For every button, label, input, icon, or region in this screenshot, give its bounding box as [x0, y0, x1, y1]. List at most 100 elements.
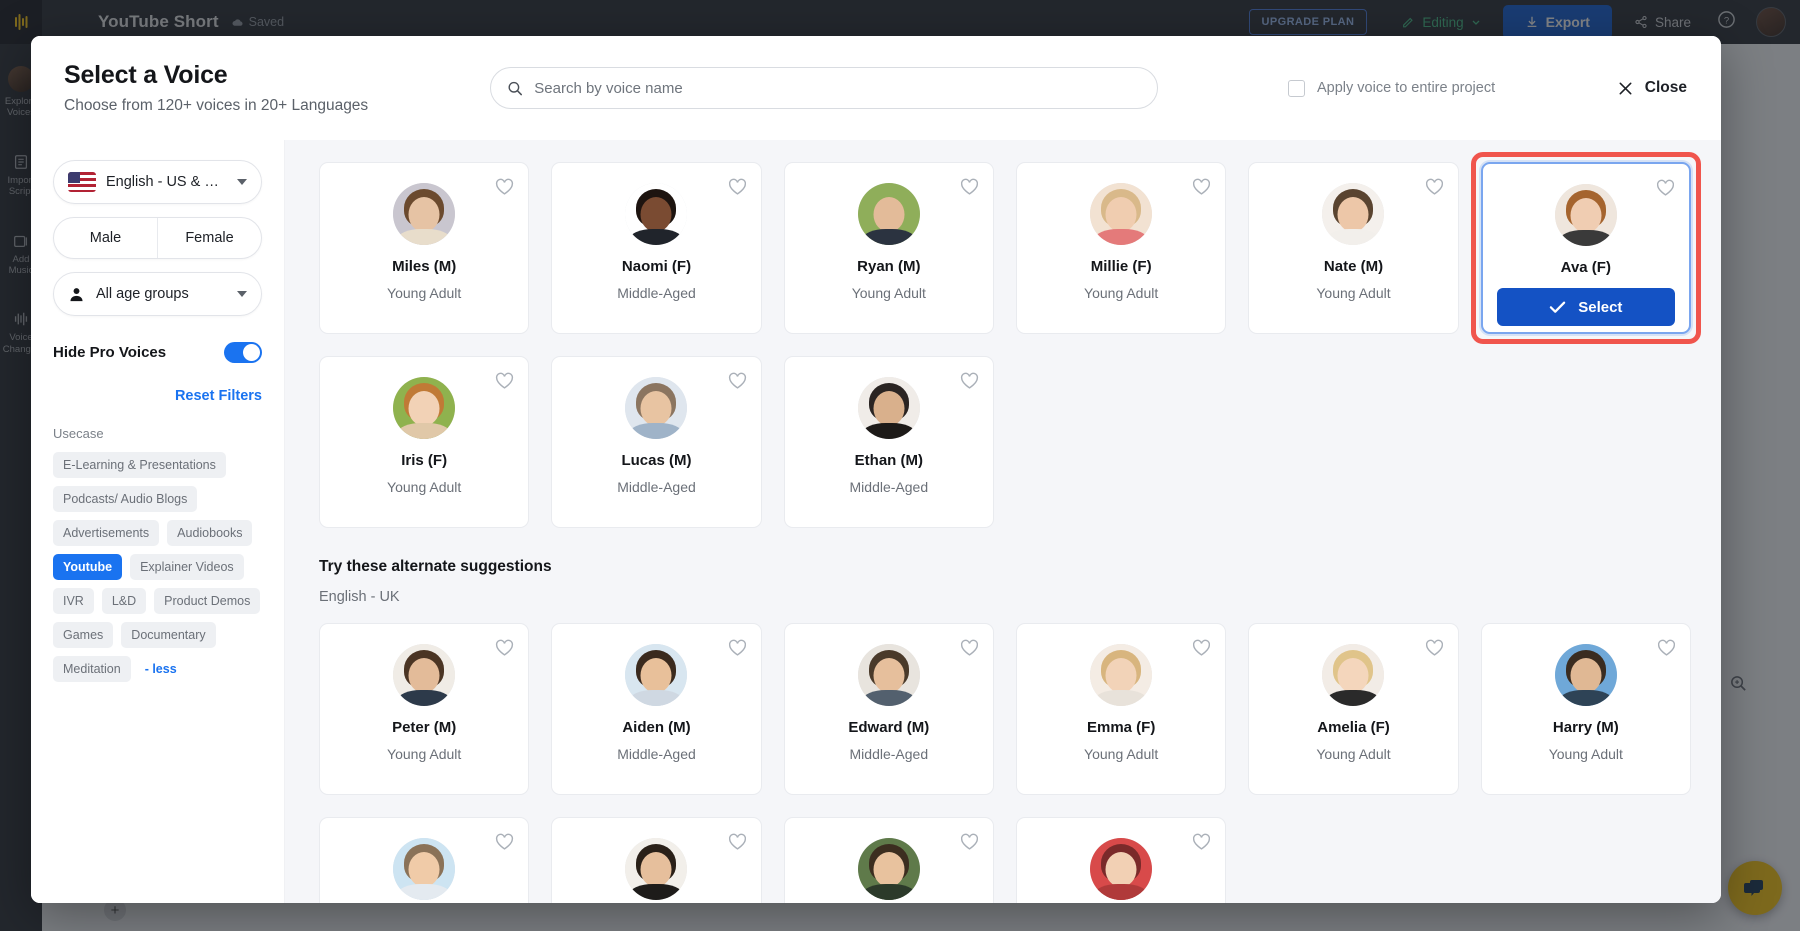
voice-name: Lucas (M) [621, 452, 692, 469]
voice-card[interactable]: Miles (M) Young Adult [319, 162, 530, 334]
usecase-tag[interactable]: Documentary [121, 622, 216, 648]
usecase-tag[interactable]: E-Learning & Presentations [53, 452, 226, 478]
voice-avatar [1322, 644, 1385, 706]
voice-age-group: Young Adult [1548, 746, 1623, 762]
heart-outline-icon[interactable] [960, 833, 979, 856]
voice-age-group: Young Adult [1316, 285, 1391, 301]
voice-name: Edward (M) [848, 719, 930, 736]
heart-outline-icon[interactable] [960, 372, 979, 395]
apply-to-project-label: Apply voice to entire project [1317, 80, 1496, 96]
voice-avatar [1090, 644, 1153, 706]
heart-outline-icon[interactable] [960, 178, 979, 201]
voice-avatar [625, 644, 688, 706]
apply-to-project-checkbox[interactable] [1288, 79, 1305, 97]
modal-header: Select a Voice Choose from 120+ voices i… [31, 36, 1721, 140]
heart-outline-icon[interactable] [495, 372, 514, 395]
voice-card[interactable]: Iris (F) Young Adult [319, 356, 530, 528]
usecase-tag[interactable]: Explainer Videos [130, 554, 244, 580]
usecase-tag[interactable]: Product Demos [154, 588, 261, 614]
voice-card[interactable]: Edward (M) Middle-Aged [783, 623, 994, 795]
close-modal-button[interactable]: Close [1617, 79, 1687, 97]
voice-avatar [857, 377, 920, 439]
voice-avatar [1554, 644, 1617, 706]
heart-outline-icon[interactable] [1192, 178, 1211, 201]
voice-card[interactable]: Harry (M) Young Adult [1480, 623, 1691, 795]
us-flag-icon [68, 172, 96, 192]
alternate-voice-grid-partial [319, 817, 1691, 903]
search-icon [508, 81, 523, 95]
voice-avatar [1090, 183, 1153, 245]
voice-name: Naomi (F) [621, 258, 692, 275]
chevron-down-icon [237, 179, 247, 185]
voice-card[interactable] [551, 817, 762, 903]
voice-name: Peter (M) [392, 719, 457, 736]
heart-outline-icon[interactable] [728, 833, 747, 856]
search-bar[interactable] [490, 67, 1158, 109]
usecase-tag[interactable]: Advertisements [53, 520, 160, 546]
heart-outline-icon[interactable] [495, 833, 514, 856]
voice-name: Nate (M) [1323, 258, 1384, 275]
heart-outline-icon[interactable] [728, 372, 747, 395]
usecase-tag[interactable]: Games [53, 622, 114, 648]
age-group-dropdown[interactable]: All age groups [53, 272, 262, 316]
voice-card[interactable]: Nate (M) Young Adult [1248, 162, 1459, 334]
voice-card[interactable]: Lucas (M) Middle-Aged [551, 356, 762, 528]
usecase-tag[interactable]: Meditation [53, 656, 131, 682]
voice-age-group: Middle-Aged [849, 746, 929, 762]
voice-name: Aiden (M) [622, 719, 691, 736]
voice-card[interactable]: Ryan (M) Young Adult [783, 162, 994, 334]
voice-avatar [625, 838, 688, 900]
filter-sidebar: English - US & … Male Female All age gro… [31, 140, 285, 903]
alternates-heading: Try these alternate suggestions [319, 558, 552, 575]
language-value: English - US & … [106, 174, 219, 190]
voice-age-group: Middle-Aged [617, 479, 696, 495]
apply-to-project-checkbox-row[interactable]: Apply voice to entire project [1288, 79, 1496, 97]
heart-outline-icon[interactable] [1425, 178, 1444, 201]
heart-outline-icon[interactable] [960, 639, 979, 662]
voice-card[interactable] [783, 817, 994, 903]
heart-outline-icon[interactable] [728, 178, 747, 201]
voice-card[interactable]: Ethan (M) Middle-Aged [783, 356, 994, 528]
usecase-tag[interactable]: Audiobooks [167, 520, 253, 546]
usecase-tag-selected[interactable]: Youtube [53, 554, 123, 580]
voice-avatar [393, 377, 456, 439]
usecase-tag[interactable]: Podcasts/ Audio Blogs [53, 486, 198, 512]
voice-card[interactable]: Amelia (F) Young Adult [1248, 623, 1459, 795]
heart-outline-icon[interactable] [1192, 639, 1211, 662]
voice-age-group: Young Adult [387, 479, 462, 495]
close-label: Close [1644, 79, 1687, 96]
voice-avatar [857, 838, 920, 900]
heart-outline-icon[interactable] [1192, 833, 1211, 856]
heart-outline-icon[interactable] [728, 639, 747, 662]
hide-pro-voices-toggle[interactable] [224, 342, 262, 363]
gender-female-option[interactable]: Female [158, 218, 261, 258]
reset-filters-link[interactable]: Reset Filters [53, 388, 262, 404]
voice-card[interactable]: Naomi (F) Middle-Aged [551, 162, 762, 334]
alternate-voice-grid: Peter (M) Young Adult Aiden (M) Middle-Aged… [319, 623, 1691, 795]
usecase-tag[interactable]: L&D [101, 588, 147, 614]
voice-card[interactable]: Peter (M) Young Adult [319, 623, 530, 795]
voice-card[interactable]: Aiden (M) Middle-Aged [551, 623, 762, 795]
voice-name: Emma (F) [1086, 719, 1156, 736]
voice-card[interactable] [319, 817, 530, 903]
show-less-link[interactable]: - less [139, 656, 187, 682]
heart-outline-icon[interactable] [1657, 639, 1676, 662]
voice-card[interactable] [1015, 817, 1227, 903]
usecase-tag[interactable]: IVR [53, 588, 94, 614]
search-input[interactable] [534, 79, 1141, 97]
alternates-language: English - UK [319, 589, 400, 605]
voice-avatar [857, 644, 920, 706]
close-icon [1619, 82, 1632, 94]
gender-male-option[interactable]: Male [54, 218, 158, 258]
language-dropdown[interactable]: English - US & … [53, 160, 262, 204]
voice-avatar [393, 838, 456, 900]
voice-age-group: Young Adult [1316, 746, 1391, 762]
heart-outline-icon[interactable] [495, 178, 514, 201]
gender-filter: Male Female [53, 217, 262, 259]
heart-outline-icon[interactable] [1425, 639, 1444, 662]
voice-card[interactable]: Emma (F) Young Adult [1015, 623, 1227, 795]
voice-avatar [1090, 838, 1153, 900]
voice-card[interactable]: Millie (F) Young Adult [1015, 162, 1227, 334]
heart-outline-icon[interactable] [495, 639, 514, 662]
voice-avatar [393, 183, 456, 245]
